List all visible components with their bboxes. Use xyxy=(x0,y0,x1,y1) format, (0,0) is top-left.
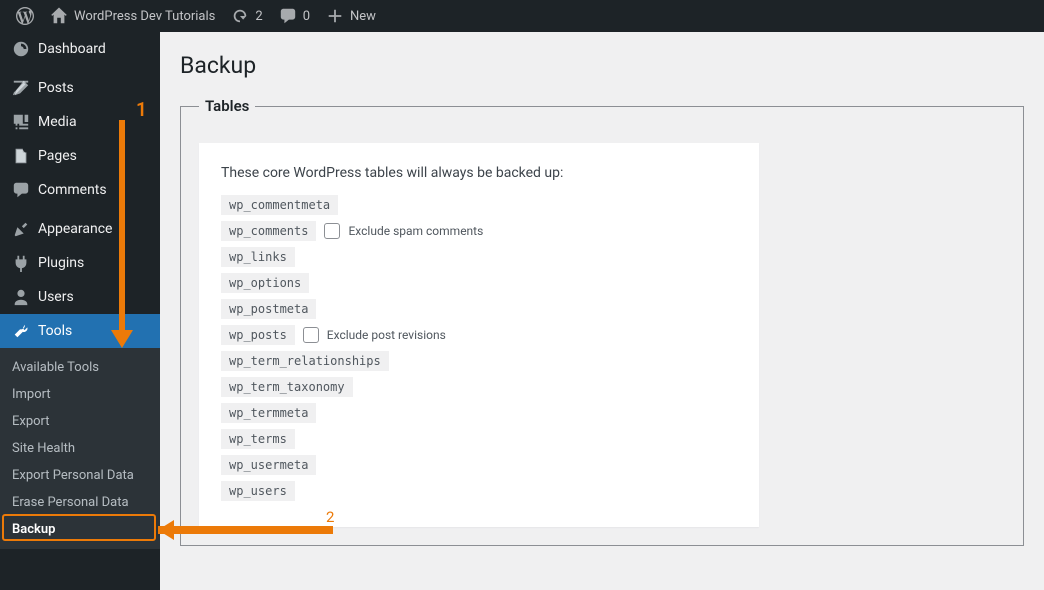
admin-sidebar: Dashboard Posts Media Pages Comments App… xyxy=(0,32,160,590)
sidebar-item-comments[interactable]: Comments xyxy=(0,173,160,207)
table-row: wp_posts Exclude post revisions xyxy=(221,325,446,345)
new-label: New xyxy=(350,9,376,24)
table-name-tag: wp_options xyxy=(221,273,309,293)
new-content-link[interactable]: New xyxy=(318,0,384,32)
site-home-link[interactable]: WordPress Dev Tutorials xyxy=(42,0,223,32)
tools-submenu: Available ToolsImportExportSite HealthEx… xyxy=(0,348,160,549)
table-name-tag: wp_term_relationships xyxy=(221,351,389,371)
table-row: wp_term_taxonomy xyxy=(221,377,353,397)
sidebar-item-media[interactable]: Media xyxy=(0,105,160,139)
table-name-tag: wp_postmeta xyxy=(221,299,316,319)
sidebar-item-dashboard[interactable]: Dashboard xyxy=(0,32,160,66)
tables-description: These core WordPress tables will always … xyxy=(221,165,737,181)
table-row: wp_terms xyxy=(221,429,295,449)
table-name-tag: wp_terms xyxy=(221,429,295,449)
sidebar-item-users[interactable]: Users xyxy=(0,280,160,314)
table-row: wp_commentmeta xyxy=(221,195,338,215)
dashboard-icon xyxy=(12,40,30,58)
updates-link[interactable]: 2 xyxy=(223,0,270,32)
table-row: wp_comments Exclude spam comments xyxy=(221,221,483,241)
page-title: Backup xyxy=(180,52,1024,79)
table-row: wp_options xyxy=(221,273,309,293)
tables-panel: Tables These core WordPress tables will … xyxy=(180,97,1024,546)
tables-list: wp_commentmeta wp_comments Exclude spam co… xyxy=(221,195,737,501)
submenu-item-export[interactable]: Export xyxy=(0,408,160,435)
sidebar-item-label: Appearance xyxy=(38,221,112,237)
table-name-tag: wp_users xyxy=(221,481,295,501)
wp-logo[interactable] xyxy=(8,0,42,32)
wordpress-icon xyxy=(16,7,34,25)
plugins-icon xyxy=(12,254,30,272)
exclude-checkbox-label: Exclude spam comments xyxy=(348,224,483,238)
table-row: wp_termmeta xyxy=(221,403,316,423)
comments-count: 0 xyxy=(303,9,310,24)
sidebar-item-label: Plugins xyxy=(38,255,84,271)
table-row: wp_users xyxy=(221,481,295,501)
submenu-item-available-tools[interactable]: Available Tools xyxy=(0,354,160,381)
comments-icon xyxy=(279,7,297,25)
table-row: wp_postmeta xyxy=(221,299,316,319)
comments-menu-icon xyxy=(12,181,30,199)
table-name-tag: wp_usermeta xyxy=(221,455,316,475)
sidebar-item-pages[interactable]: Pages xyxy=(0,139,160,173)
exclude-checkbox[interactable] xyxy=(303,327,319,343)
submenu-item-import[interactable]: Import xyxy=(0,381,160,408)
table-row: wp_term_relationships xyxy=(221,351,389,371)
submenu-item-export-personal-data[interactable]: Export Personal Data xyxy=(0,462,160,489)
media-icon xyxy=(12,113,30,131)
submenu-item-site-health[interactable]: Site Health xyxy=(0,435,160,462)
users-icon xyxy=(12,288,30,306)
updates-icon xyxy=(231,7,249,25)
sidebar-item-tools[interactable]: Tools xyxy=(0,314,160,348)
tools-icon xyxy=(12,322,30,340)
comments-link[interactable]: 0 xyxy=(271,0,318,32)
table-name-tag: wp_commentmeta xyxy=(221,195,338,215)
tables-card: These core WordPress tables will always … xyxy=(199,143,759,527)
table-name-tag: wp_termmeta xyxy=(221,403,316,423)
posts-icon xyxy=(12,79,30,97)
table-name-tag: wp_comments xyxy=(221,221,316,241)
sidebar-item-posts[interactable]: Posts xyxy=(0,71,160,105)
site-title: WordPress Dev Tutorials xyxy=(74,9,215,24)
panel-legend: Tables xyxy=(199,97,255,115)
content-area: Backup Tables These core WordPress table… xyxy=(160,32,1044,590)
sidebar-item-label: Comments xyxy=(38,182,107,198)
sidebar-item-label: Users xyxy=(38,289,74,305)
submenu-item-erase-personal-data[interactable]: Erase Personal Data xyxy=(0,489,160,516)
table-row: wp_usermeta xyxy=(221,455,316,475)
pages-icon xyxy=(12,147,30,165)
table-row: wp_links xyxy=(221,247,295,267)
appearance-icon xyxy=(12,220,30,238)
sidebar-item-label: Posts xyxy=(38,80,74,96)
table-name-tag: wp_term_taxonomy xyxy=(221,377,353,397)
submenu-item-backup[interactable]: Backup xyxy=(0,516,160,543)
home-icon xyxy=(50,7,68,25)
plus-icon xyxy=(326,7,344,25)
table-name-tag: wp_links xyxy=(221,247,295,267)
sidebar-item-appearance[interactable]: Appearance xyxy=(0,212,160,246)
sidebar-item-label: Media xyxy=(38,114,77,130)
table-name-tag: wp_posts xyxy=(221,325,295,345)
sidebar-item-label: Pages xyxy=(38,148,77,164)
sidebar-item-label: Tools xyxy=(38,323,72,339)
sidebar-item-label: Dashboard xyxy=(38,41,106,57)
exclude-checkbox[interactable] xyxy=(324,223,340,239)
admin-bar: WordPress Dev Tutorials 2 0 New xyxy=(0,0,1044,32)
updates-count: 2 xyxy=(255,9,262,24)
sidebar-item-plugins[interactable]: Plugins xyxy=(0,246,160,280)
exclude-checkbox-label: Exclude post revisions xyxy=(327,328,446,342)
